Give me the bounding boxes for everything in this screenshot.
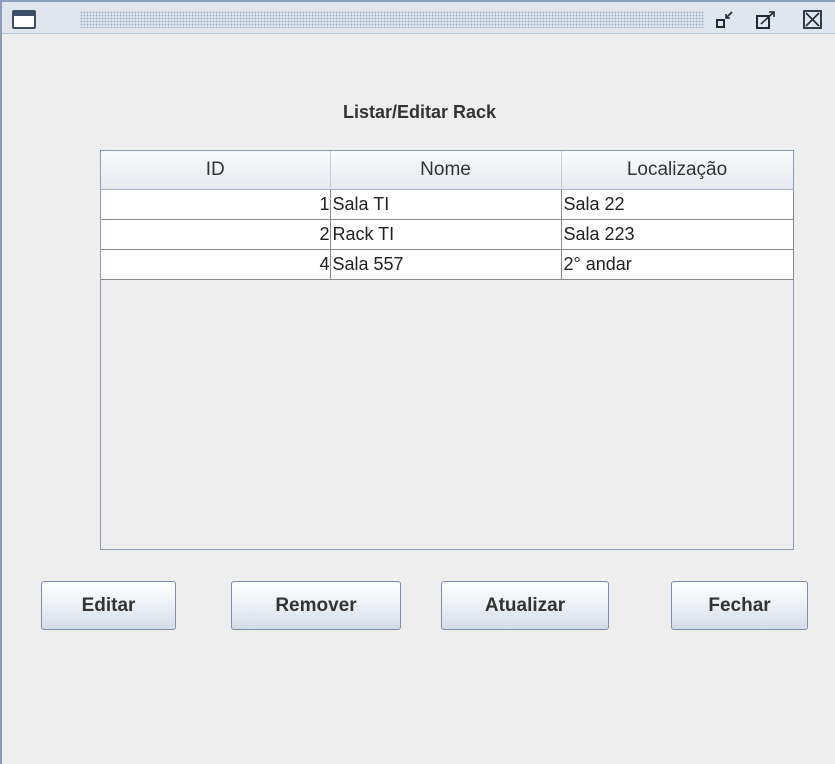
title-bar-top-line <box>2 0 835 2</box>
cell-nome[interactable]: Rack TI <box>330 219 562 250</box>
table-header-row: ID Nome Localização <box>101 151 794 190</box>
cell-nome[interactable]: Sala TI <box>330 189 562 220</box>
atualizar-button[interactable]: Atualizar <box>441 581 609 630</box>
column-header-id[interactable]: ID <box>101 151 331 190</box>
table-row[interactable]: 1 Sala TI Sala 22 <box>101 189 794 220</box>
cell-id[interactable]: 4 <box>101 249 331 280</box>
title-bar[interactable] <box>2 0 835 34</box>
rack-table[interactable]: ID Nome Localização 1 Sala TI Sala 22 2 … <box>101 151 794 280</box>
maximize-icon <box>756 11 775 29</box>
rack-list-window: Listar/Editar Rack ID Nome Localização 1… <box>0 0 835 764</box>
page-title: Listar/Editar Rack <box>342 102 497 122</box>
table-row[interactable]: 4 Sala 557 2° andar <box>101 249 794 280</box>
maximize-button[interactable] <box>755 10 777 30</box>
title-drag-area[interactable] <box>80 11 704 28</box>
close-button[interactable] <box>802 10 824 30</box>
minimize-icon <box>716 11 733 28</box>
close-icon <box>803 10 822 29</box>
table-row[interactable]: 2 Rack TI Sala 223 <box>101 219 794 250</box>
column-header-localizacao[interactable]: Localização <box>561 151 794 190</box>
cell-localizacao[interactable]: Sala 223 <box>561 219 794 250</box>
remover-button[interactable]: Remover <box>231 581 401 630</box>
column-header-nome[interactable]: Nome <box>330 151 562 190</box>
cell-id[interactable]: 1 <box>101 189 331 220</box>
editar-button[interactable]: Editar <box>41 581 176 630</box>
rack-table-scrollpane[interactable]: ID Nome Localização 1 Sala TI Sala 22 2 … <box>100 150 794 550</box>
minimize-button[interactable] <box>715 10 737 30</box>
cell-id[interactable]: 2 <box>101 219 331 250</box>
cell-localizacao[interactable]: 2° andar <box>561 249 794 280</box>
cell-localizacao[interactable]: Sala 22 <box>561 189 794 220</box>
window-icon[interactable] <box>12 10 36 29</box>
fechar-button[interactable]: Fechar <box>671 581 808 630</box>
cell-nome[interactable]: Sala 557 <box>330 249 562 280</box>
